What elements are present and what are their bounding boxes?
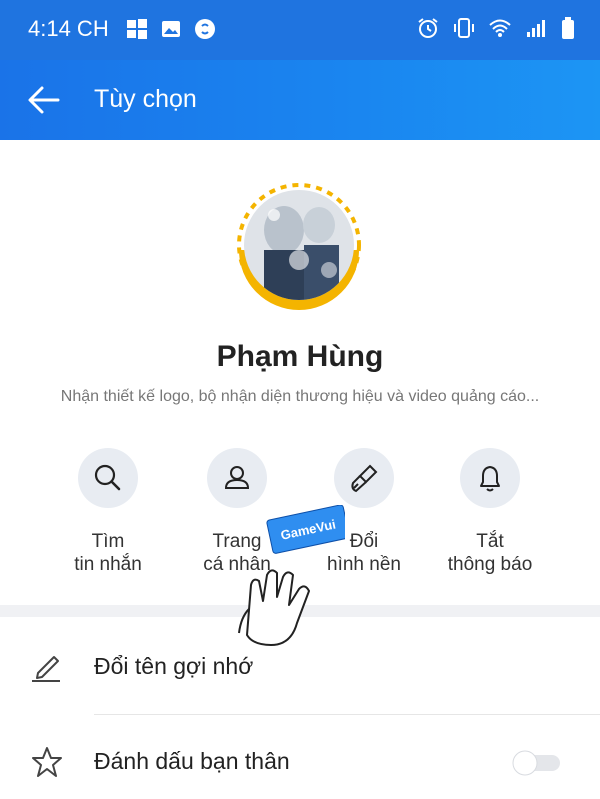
action-search-messages[interactable]: Tìm tin nhắn	[38, 448, 178, 576]
page-title: Tùy chọn	[94, 85, 197, 113]
action-search-line2: tin nhắn	[74, 554, 142, 575]
status-time: 4:14 CH	[28, 16, 109, 41]
action-search-line1: Tìm	[91, 531, 125, 552]
action-mute-line1: Tắt	[476, 531, 504, 552]
close-friend-toggle[interactable]	[512, 750, 564, 776]
status-right-icons	[416, 16, 576, 40]
action-mute-circle	[460, 448, 520, 508]
avatar-photo	[244, 190, 354, 300]
avatar[interactable]	[234, 180, 364, 310]
pointing-hand-overlay: GameVui	[225, 504, 350, 655]
action-mute-notifications[interactable]: Tắt thông báo	[420, 448, 560, 576]
action-background-circle	[334, 448, 394, 508]
brush-icon	[351, 464, 378, 493]
action-profile-circle	[207, 448, 267, 508]
battery-icon	[562, 17, 574, 39]
alarm-icon	[418, 18, 438, 38]
action-background-line1: Đổi	[349, 531, 379, 552]
image-icon	[162, 21, 180, 37]
menu-item-close-friend-label: Đánh dấu bạn thân	[94, 748, 290, 774]
person-icon	[224, 466, 250, 489]
shazam-icon	[195, 19, 215, 39]
back-button[interactable]	[24, 82, 64, 118]
menu-item-rename-label: Đổi tên gợi nhớ	[94, 653, 254, 679]
pencil-icon	[32, 656, 60, 682]
action-search-circle	[78, 448, 138, 508]
menu-item-close-friend[interactable]: Đánh dấu bạn thân	[0, 715, 600, 799]
action-mute-line2: thông báo	[447, 554, 533, 575]
arrow-left-icon	[28, 86, 60, 114]
status-bar: 4:14 CH	[0, 0, 600, 60]
signal-icon	[527, 20, 545, 37]
app-bar: Tùy chọn	[0, 60, 600, 140]
profile-name: Phạm Hùng	[216, 340, 384, 373]
profile-bio: Nhận thiết kế logo, bộ nhận diện thương …	[60, 388, 540, 405]
search-icon	[94, 464, 121, 491]
windows-icon	[127, 19, 147, 39]
bell-icon	[480, 466, 500, 492]
star-icon	[32, 747, 62, 777]
wifi-icon	[489, 19, 511, 37]
vibrate-icon	[454, 18, 474, 38]
status-left-icons	[126, 18, 216, 40]
